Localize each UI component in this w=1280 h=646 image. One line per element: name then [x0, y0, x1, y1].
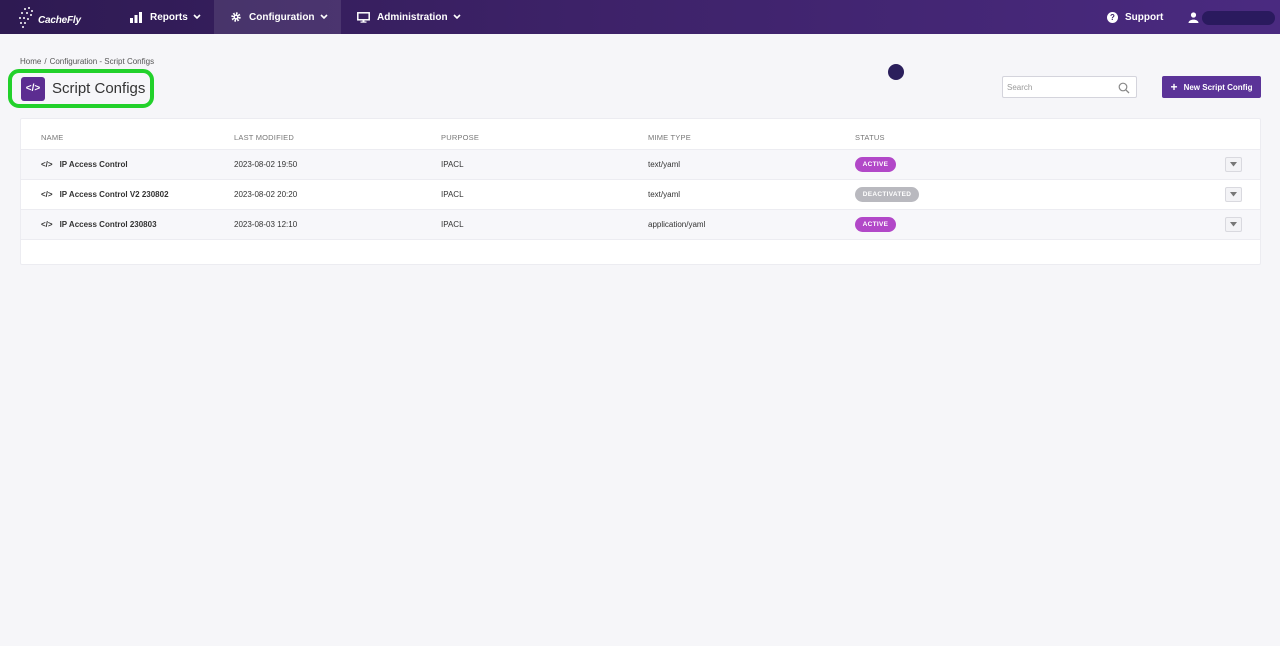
row-mime-type: application/yaml — [648, 220, 706, 229]
header-name[interactable]: NAME — [41, 133, 63, 142]
breadcrumb: Home / Configuration - Script Configs — [20, 57, 154, 66]
header-last-modified[interactable]: LAST MODIFIED — [234, 133, 294, 142]
search-input[interactable] — [1003, 78, 1113, 96]
help-circle-icon: ? — [1107, 11, 1118, 23]
cursor-indicator — [888, 64, 904, 80]
new-script-config-button[interactable]: + New Script Config — [1162, 76, 1261, 98]
nav-reports[interactable]: Reports — [130, 0, 201, 34]
script-configs-table: NAME LAST MODIFIED PURPOSE MIME TYPE STA… — [20, 118, 1261, 265]
table-row[interactable]: </> IP Access Control 230803 2023-08-03 … — [21, 210, 1260, 240]
caret-down-icon — [1230, 162, 1237, 167]
row-actions-dropdown[interactable] — [1225, 157, 1242, 172]
table-row[interactable]: </> IP Access Control V2 230802 2023-08-… — [21, 180, 1260, 210]
breadcrumb-separator: / — [44, 57, 47, 66]
caret-down-icon — [1230, 222, 1237, 227]
status-badge: ACTIVE — [855, 157, 896, 172]
nav-reports-label: Reports — [150, 11, 188, 23]
header-purpose[interactable]: PURPOSE — [441, 133, 479, 142]
row-purpose: IPACL — [441, 190, 464, 199]
logo-text: CacheFly — [38, 14, 81, 26]
row-name-text: IP Access Control V2 230802 — [59, 190, 169, 199]
top-nav: CacheFly Reports Configuration Administr… — [0, 0, 1280, 34]
search-icon[interactable] — [1118, 81, 1130, 99]
nav-administration[interactable]: Administration — [357, 0, 461, 34]
row-actions-dropdown[interactable] — [1225, 187, 1242, 202]
row-name-text: IP Access Control — [59, 160, 128, 169]
row-name[interactable]: </> IP Access Control V2 230802 — [41, 190, 169, 199]
nav-support[interactable]: ? Support — [1107, 0, 1163, 34]
code-icon: </> — [41, 160, 53, 169]
row-name-text: IP Access Control 230803 — [59, 220, 157, 229]
row-last-modified: 2023-08-03 12:10 — [234, 220, 298, 229]
new-script-config-label: New Script Config — [1183, 82, 1253, 92]
plus-icon: + — [1170, 80, 1178, 94]
status-badge: DEACTIVATED — [855, 187, 919, 202]
table-row[interactable]: </> IP Access Control 2023-08-02 19:50 I… — [21, 150, 1260, 180]
nav-configuration[interactable]: Configuration — [214, 0, 341, 34]
nav-configuration-label: Configuration — [249, 11, 315, 23]
bar-chart-icon — [130, 11, 143, 23]
page-title-highlight: </> Script Configs — [8, 69, 154, 108]
nav-administration-label: Administration — [377, 11, 448, 23]
code-icon: </> — [41, 190, 53, 199]
row-purpose: IPACL — [441, 220, 464, 229]
row-mime-type: text/yaml — [648, 190, 681, 199]
row-purpose: IPACL — [441, 160, 464, 169]
chevron-down-icon — [452, 14, 461, 20]
user-icon — [1188, 11, 1199, 23]
row-mime-type: text/yaml — [648, 160, 681, 169]
row-last-modified: 2023-08-02 20:20 — [234, 190, 298, 199]
logo-mark-icon — [18, 6, 36, 28]
gear-icon — [230, 11, 242, 23]
breadcrumb-home[interactable]: Home — [20, 57, 41, 66]
monitor-icon — [357, 11, 370, 23]
breadcrumb-current: Configuration - Script Configs — [49, 57, 155, 66]
row-last-modified: 2023-08-02 19:50 — [234, 160, 298, 169]
code-icon: </> — [41, 220, 53, 229]
table-header: NAME LAST MODIFIED PURPOSE MIME TYPE STA… — [21, 119, 1260, 150]
chevron-down-icon — [319, 14, 328, 20]
row-name[interactable]: </> IP Access Control 230803 — [41, 220, 157, 229]
cachefly-logo[interactable]: CacheFly — [18, 5, 81, 29]
row-actions-dropdown[interactable] — [1225, 217, 1242, 232]
caret-down-icon — [1230, 192, 1237, 197]
search-box — [1002, 76, 1137, 98]
header-status[interactable]: STATUS — [855, 133, 885, 142]
header-mime-type[interactable]: MIME TYPE — [648, 133, 691, 142]
username-redacted[interactable] — [1202, 11, 1275, 25]
status-badge: ACTIVE — [855, 217, 896, 232]
chevron-down-icon — [193, 14, 201, 20]
row-name[interactable]: </> IP Access Control — [41, 160, 128, 169]
nav-support-label: Support — [1125, 11, 1164, 23]
code-icon: </> — [21, 76, 45, 101]
page-title: Script Configs — [52, 80, 146, 97]
